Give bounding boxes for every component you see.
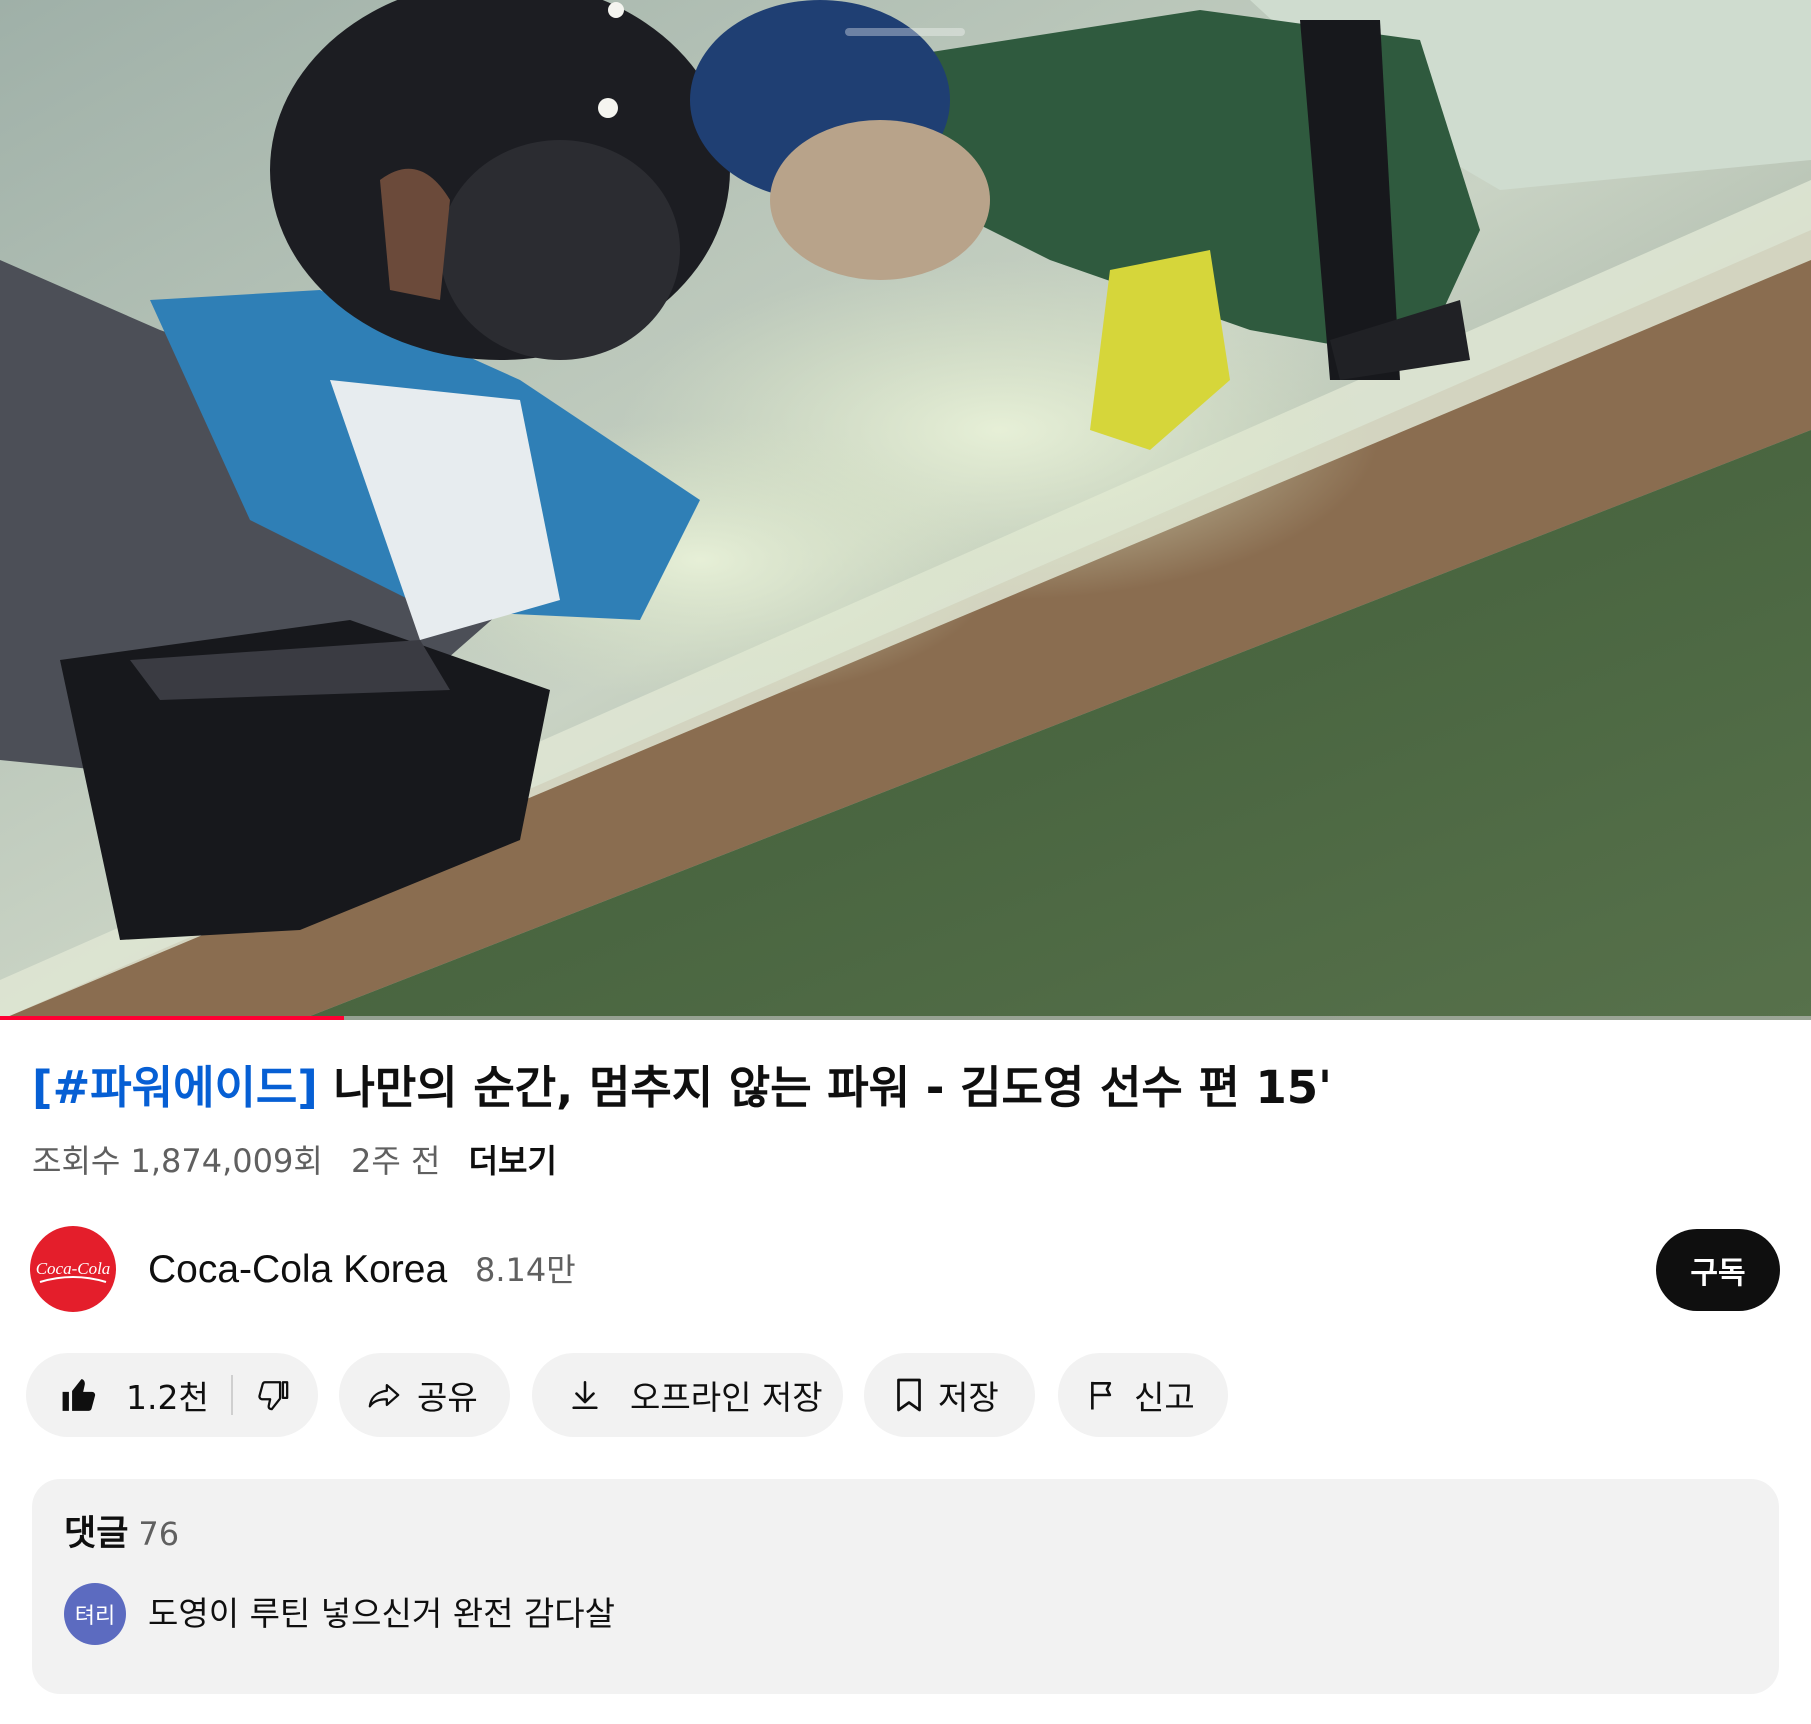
- thumbs-down-icon: [258, 1381, 289, 1411]
- comments-label: 댓글: [64, 1514, 129, 1554]
- top-comment-text: 도영이 루틴 넣으신거 완전 감다살: [148, 1594, 615, 1633]
- view-count: 조회수 1,874,009회: [32, 1142, 323, 1180]
- save-button[interactable]: 저장: [864, 1353, 1035, 1437]
- like-dislike-group: 1.2천: [26, 1353, 318, 1437]
- comments-section[interactable]: 댓글 76 텨리 도영이 루틴 넣으신거 완전 감다살: [32, 1479, 1779, 1694]
- subscribe-button[interactable]: 구독: [1656, 1229, 1780, 1311]
- more-button[interactable]: 더보기: [469, 1142, 557, 1180]
- share-button[interactable]: 공유: [339, 1353, 510, 1437]
- like-count: 1.2천: [126, 1378, 209, 1417]
- download-label: 오프라인 저장: [630, 1378, 823, 1417]
- video-frame: [0, 0, 1811, 1020]
- drag-handle[interactable]: [845, 28, 965, 36]
- video-player[interactable]: [0, 0, 1811, 1020]
- bookmark-icon: [897, 1378, 921, 1412]
- download-icon: [572, 1380, 598, 1410]
- save-label: 저장: [938, 1378, 999, 1417]
- report-button[interactable]: 신고: [1058, 1353, 1228, 1437]
- report-label: 신고: [1134, 1378, 1195, 1417]
- like-button[interactable]: 1.2천: [60, 1371, 209, 1419]
- share-label: 공유: [417, 1378, 478, 1417]
- flag-icon: [1091, 1381, 1112, 1410]
- title-hashtag[interactable]: [#파워에이드]: [32, 1061, 318, 1114]
- like-divider: [230, 1375, 233, 1415]
- channel-avatar[interactable]: Coca-Cola: [30, 1226, 116, 1312]
- video-title[interactable]: [#파워에이드] 나만의 순간, 멈추지 않는 파워 - 김도영 선수 편 15…: [32, 1058, 1782, 1118]
- share-icon: [368, 1383, 400, 1408]
- video-meta[interactable]: 조회수 1,874,009회 2주 전 더보기: [32, 1138, 575, 1184]
- thumbs-up-icon: [62, 1379, 96, 1411]
- comments-header: 댓글 76: [64, 1505, 179, 1556]
- commenter-avatar-text: 텨리: [74, 1604, 116, 1629]
- download-button[interactable]: 오프라인 저장: [532, 1353, 843, 1437]
- upload-age: 2주 전: [350, 1142, 441, 1180]
- svg-text:Coca-Cola: Coca-Cola: [36, 1259, 111, 1278]
- comments-count: 76: [138, 1515, 180, 1553]
- commenter-avatar: 텨리: [64, 1583, 126, 1645]
- coca-cola-logo-icon: Coca-Cola: [36, 1259, 111, 1283]
- channel-name[interactable]: Coca-Cola Korea: [148, 1244, 447, 1296]
- subscriber-count: 8.14만: [475, 1251, 576, 1289]
- dislike-button[interactable]: [255, 1378, 291, 1412]
- title-text: 나만의 순간, 멈추지 않는 파워 - 김도영 선수 편 15': [317, 1061, 1332, 1114]
- subscribe-label: 구독: [1690, 1256, 1746, 1291]
